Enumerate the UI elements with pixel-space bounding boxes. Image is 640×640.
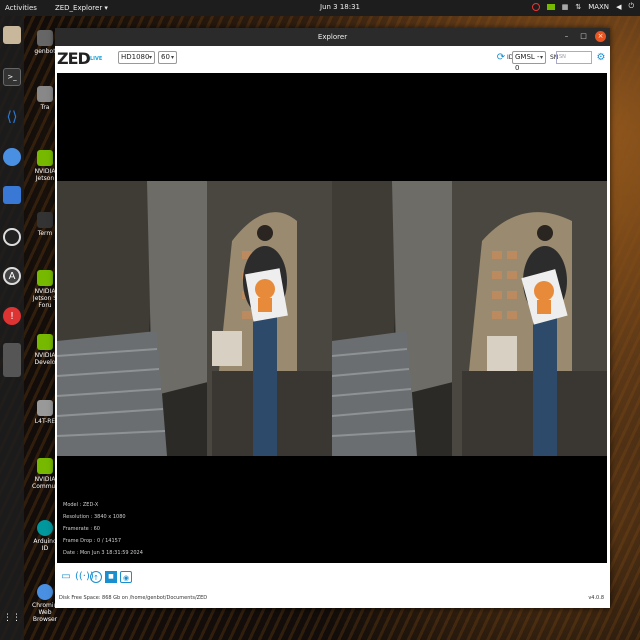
settings-gear-icon[interactable]: ⚙ [595, 52, 607, 64]
record-video-icon[interactable]: ■ [105, 571, 117, 583]
minimize-button[interactable]: – [561, 31, 572, 42]
desktop-icon-label: Term [37, 230, 53, 237]
desktop-icon-label: L4T-RE [34, 418, 56, 425]
left-camera-image [57, 181, 332, 456]
camera-select[interactable]: GMSL - 0 ▾ [512, 51, 546, 72]
desktop-icon-label: NVIDIA Develo [34, 352, 56, 366]
resolution-select-value: HD1080 [121, 53, 150, 61]
record-icon[interactable] [531, 2, 540, 11]
stream-icon[interactable]: ((·)) [75, 571, 94, 583]
grid-icon[interactable]: ▦ [562, 3, 569, 11]
desktop-icon-label: Arduino ID [33, 538, 57, 552]
desktop-icon-label: genbot [34, 48, 56, 55]
chevron-down-icon: ▾ [539, 54, 543, 61]
show-apps-icon[interactable]: ⋮⋮ [3, 609, 21, 627]
chevron-down-icon: ▾ [170, 54, 174, 61]
right-camera-view [332, 181, 607, 456]
info-model: Model : ZED-X [63, 502, 99, 508]
chevron-down-icon: ▾ [148, 54, 152, 61]
terminal-icon[interactable]: >_ [3, 68, 21, 86]
left-camera-view [57, 181, 332, 456]
window-titlebar[interactable]: Explorer – □ × [55, 28, 610, 46]
info-framerate: Framerate : 60 [63, 526, 100, 532]
fps-select[interactable]: 60 ▾ [158, 51, 177, 64]
desktop-icon-label: Tra [40, 104, 50, 111]
resolution-select[interactable]: HD1080 ▾ [118, 51, 155, 64]
fps-select-value: 60 [161, 53, 170, 61]
upload-icon[interactable]: ↑ [90, 571, 102, 583]
live-label: LIVE [90, 56, 103, 62]
dock: >_ ⟨⟩ A ! ⋮⋮ [0, 16, 24, 640]
zed-app-icon[interactable] [3, 343, 21, 377]
power-icon[interactable]: ⏻ [628, 2, 634, 11]
maximize-button[interactable]: □ [578, 31, 589, 42]
power-mode-label[interactable]: MAXN [588, 3, 609, 11]
window-title: Explorer [317, 33, 348, 41]
clock[interactable]: Jun 3 18:31 [320, 3, 360, 11]
info-date: Date : Mon Jun 3 18:31:59 2024 [63, 550, 143, 556]
nvidia-icon[interactable] [546, 3, 555, 10]
desktop-icon-label: NVIDIA Jetson [34, 168, 56, 182]
zed-logo: ZED [57, 49, 91, 68]
refresh-icon[interactable]: ⟳ [495, 52, 507, 64]
activities-button[interactable]: Activities [5, 4, 37, 12]
app-menu[interactable]: ZED_Explorer ▾ [55, 4, 108, 12]
help-icon[interactable]: ! [3, 307, 21, 325]
info-resolution: Resolution : 3840 x 1080 [63, 514, 126, 520]
camera-select-value: GMSL - 0 [515, 53, 540, 72]
info-frame-drop: Frame Drop : 0 / 14157 [63, 538, 122, 544]
obs-icon[interactable] [3, 228, 21, 246]
disk-status: Disk Free Space: 868 Gb on /home/genbot/… [59, 595, 208, 601]
camera-info-overlay: Model : ZED-X Resolution : 3840 x 1080 F… [63, 499, 143, 559]
version-label: v4.0.8 [588, 595, 604, 601]
folder-icon[interactable]: ▭ [60, 571, 72, 583]
bottom-toolbar: ▭ ((·)) ↑ ■ ◉ Disk Free Space: 868 Gb on… [55, 566, 610, 608]
window-controls: – □ × [561, 31, 606, 42]
app-store-icon[interactable]: A [3, 267, 21, 285]
screenshot-icon[interactable] [3, 186, 21, 204]
vscode-icon[interactable]: ⟨⟩ [3, 108, 21, 126]
volume-icon[interactable]: ◀ [616, 3, 621, 11]
snapshot-icon[interactable]: ◉ [120, 571, 132, 583]
desktop-icon-label: NVIDIA Jetson S Foru [32, 288, 58, 309]
close-button[interactable]: × [595, 31, 606, 42]
toolbar: ZED LIVE HD1080 ▾ 60 ▾ ⟳ ID GMSL - 0 ▾ S… [55, 46, 610, 73]
top-panel: Activities ZED_Explorer ▾ Jun 3 18:31 ▦ … [0, 0, 640, 16]
camera-viewer[interactable]: Model : ZED-X Resolution : 3840 x 1080 F… [57, 73, 607, 563]
serial-number-field[interactable]: SN [556, 51, 592, 64]
network-icon[interactable]: ⇅ [575, 3, 581, 11]
system-tray[interactable]: ▦ ⇅ MAXN ◀ ⏻ [531, 2, 634, 11]
chromium-icon[interactable] [3, 148, 21, 166]
right-camera-image [332, 181, 607, 456]
zed-explorer-window: Explorer – □ × ZED LIVE HD1080 ▾ 60 ▾ ⟳ … [55, 28, 610, 608]
files-icon[interactable] [3, 26, 21, 44]
